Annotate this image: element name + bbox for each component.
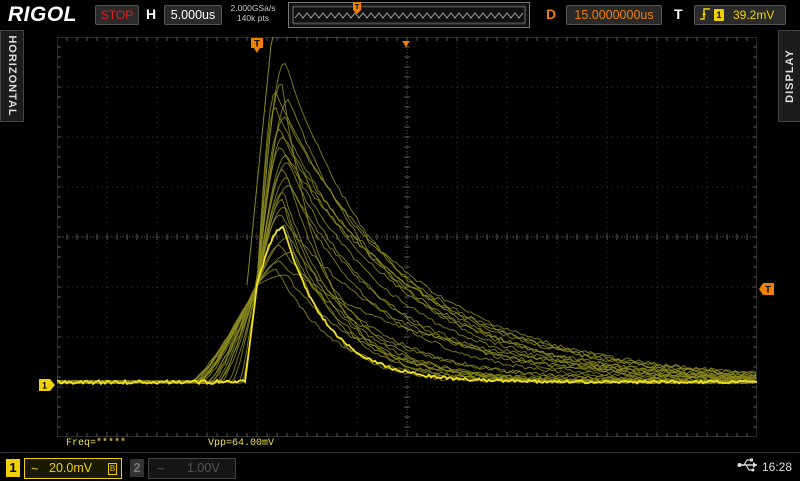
ch1-number[interactable]: 1: [6, 459, 20, 477]
ac-coupling-icon: ~: [157, 461, 165, 476]
frequency-measurement: Freq=*****: [66, 438, 127, 449]
horizontal-delay-value[interactable]: 15.0000000us: [566, 5, 662, 25]
ch2-settings[interactable]: ~ 1.00V: [148, 458, 236, 479]
ch2-vertical-scale: 1.00V: [187, 461, 220, 475]
acquisition-info: 2.000GSa/s 140k pts: [226, 3, 280, 23]
run-stop-status[interactable]: STOP: [95, 5, 139, 25]
waveform-memory-overview: [288, 2, 530, 28]
trigger-label: T: [674, 6, 683, 22]
display-tab-label: DISPLAY: [784, 49, 796, 103]
delay-label: D: [546, 6, 557, 22]
trigger-position-marker[interactable]: T: [251, 38, 263, 53]
channel-status-bar: 1 ~ 20.0mV B 2 ~ 1.00V 16:28: [0, 452, 800, 481]
trigger-settings[interactable]: 1 39.2mV: [694, 5, 786, 25]
vpp-measurement: Vpp=64.00mV: [208, 438, 275, 449]
ch1-vertical-scale: 20.0mV: [49, 461, 93, 475]
ch1-offset-label: 1: [42, 381, 47, 391]
system-clock: 16:28: [762, 460, 793, 474]
waveform-display[interactable]: [57, 37, 757, 437]
overview-waveform-icon: [292, 5, 526, 25]
ch2-number[interactable]: 2: [130, 459, 144, 477]
trigger-level: 39.2mV: [733, 8, 775, 22]
memory-depth: 140k pts: [236, 13, 270, 23]
ac-coupling-icon: ~: [31, 461, 39, 476]
trigger-position-label: T: [254, 39, 260, 49]
ch1-offset-marker[interactable]: 1: [39, 378, 55, 391]
bandwidth-limit-icon: B: [108, 463, 117, 475]
usb-icon: [737, 458, 759, 477]
display-menu-tab[interactable]: DISPLAY: [778, 30, 800, 122]
delay-center-marker: [402, 34, 410, 47]
trigger-position-marker-icon: T: [352, 2, 362, 16]
horizontal-tab-label: HORIZONTAL: [6, 35, 18, 117]
horizontal-menu-tab[interactable]: HORIZONTAL: [0, 30, 24, 122]
horizontal-label: H: [146, 6, 157, 22]
trigger-level-label: T: [765, 285, 771, 295]
trigger-source: 1: [714, 9, 724, 21]
top-status-bar: RIGOL STOP H 5.000us 2.000GSa/s 140k pts…: [0, 0, 800, 30]
brand-logo: RIGOL: [8, 3, 77, 26]
ch1-settings[interactable]: ~ 20.0mV B: [24, 458, 122, 479]
trigger-level-marker[interactable]: T: [759, 282, 774, 295]
sample-rate: 2.000GSa/s: [230, 3, 276, 13]
rising-edge-icon: [699, 7, 711, 24]
timebase-value[interactable]: 5.000us: [164, 5, 222, 25]
svg-text:T: T: [355, 4, 360, 11]
